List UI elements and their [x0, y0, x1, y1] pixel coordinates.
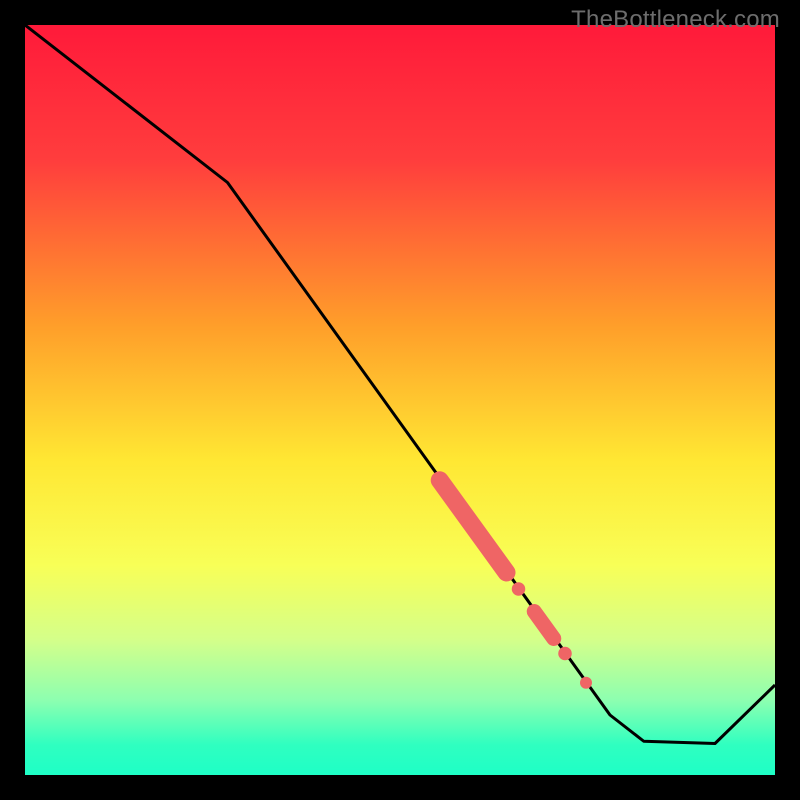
chart-svg [25, 25, 775, 775]
watermark-text: TheBottleneck.com [571, 6, 780, 34]
highlight-dot [580, 677, 592, 689]
plot-area [25, 25, 775, 775]
chart-frame: TheBottleneck.com [0, 0, 800, 800]
highlight-dot [558, 647, 572, 661]
highlight-dot [512, 582, 526, 596]
gradient-background [25, 25, 775, 775]
